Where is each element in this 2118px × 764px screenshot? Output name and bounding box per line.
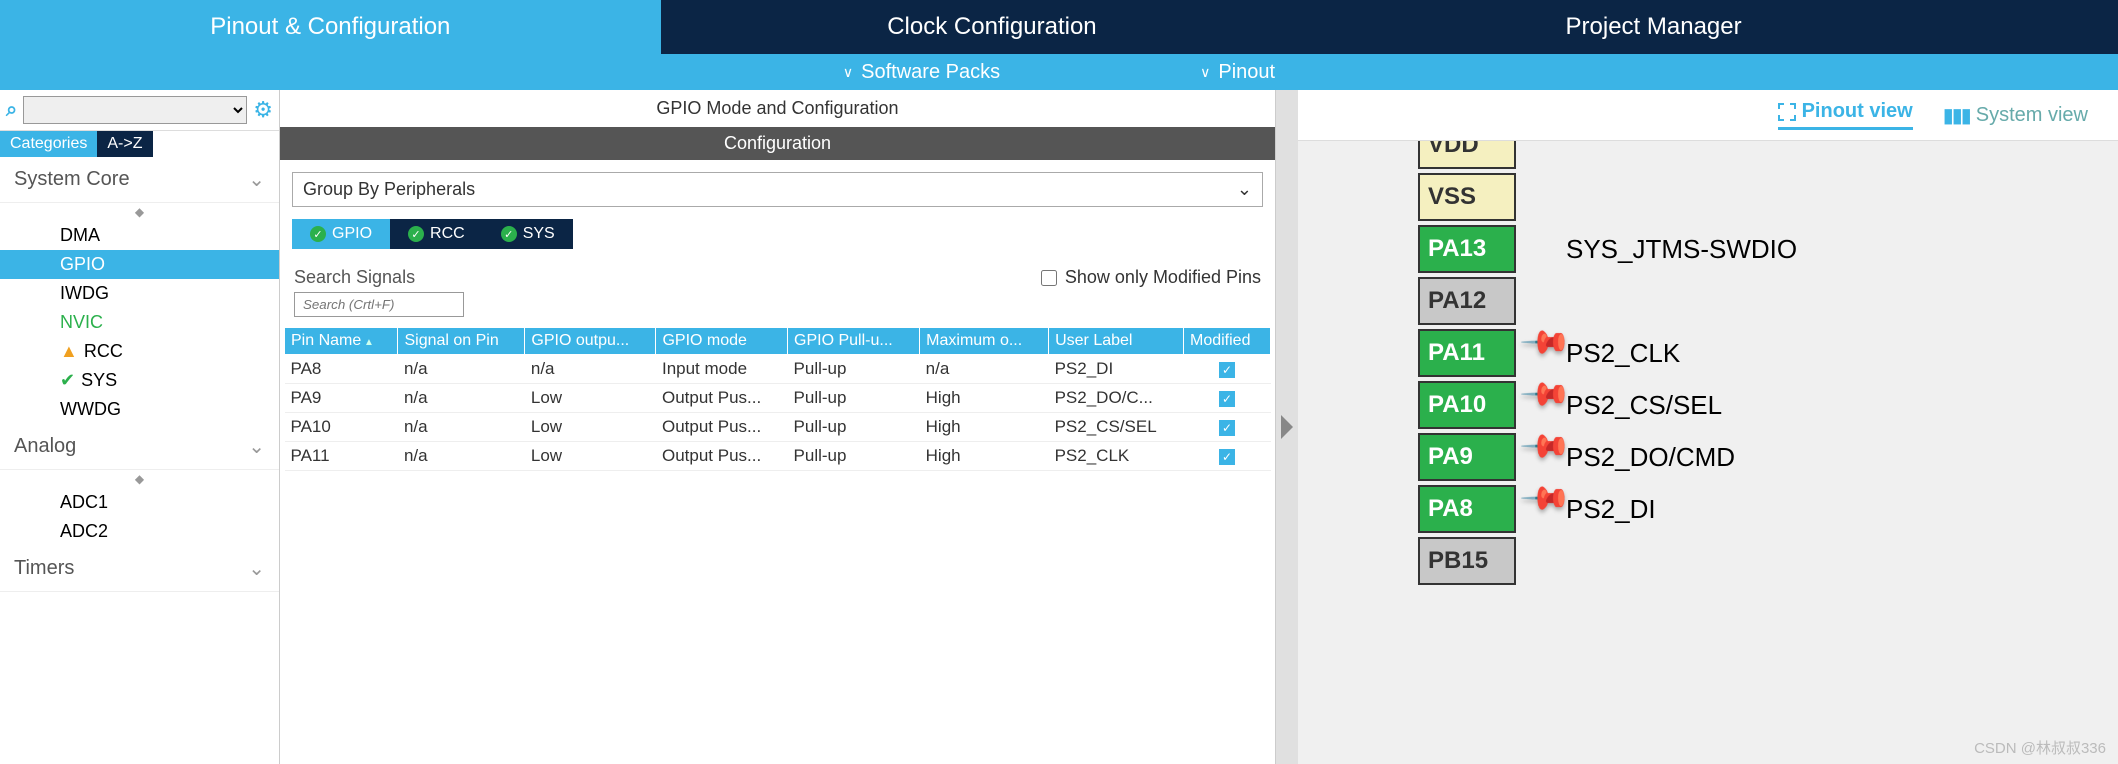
watermark: CSDN @林叔叔336	[1974, 737, 2106, 758]
col-modified[interactable]: Modified	[1184, 328, 1271, 355]
section-system-core[interactable]: System Core⌄	[0, 157, 279, 203]
gear-icon[interactable]: ⚙	[253, 97, 273, 123]
pin-row-pa12[interactable]: PA12	[1418, 277, 2078, 325]
pin-pb15[interactable]: PB15	[1418, 537, 1516, 585]
checkbox-checked-icon: ✓	[1219, 420, 1235, 436]
periph-tab-rcc[interactable]: ✓RCC	[390, 219, 483, 249]
checkbox-checked-icon: ✓	[1219, 362, 1235, 378]
col-pull[interactable]: GPIO Pull-u...	[788, 328, 920, 355]
sort-icon[interactable]: ◆	[0, 470, 279, 488]
table-row[interactable]: PA8n/an/aInput modePull-upn/aPS2_DI✓	[285, 355, 1271, 384]
tree-item-dma[interactable]: DMA	[0, 221, 279, 250]
check-icon: ✓	[310, 226, 326, 242]
sort-icon[interactable]: ◆	[0, 203, 279, 221]
gpio-mode-title: GPIO Mode and Configuration	[280, 90, 1275, 127]
col-signal[interactable]: Signal on Pin	[398, 328, 525, 355]
pin-row-pa11[interactable]: PA11📌PS2_CLK	[1418, 329, 2078, 377]
pinout-menu[interactable]: ∨Pinout	[1200, 61, 1275, 84]
pin-pa9[interactable]: PA9	[1418, 433, 1516, 481]
chevron-down-icon: ∨	[843, 64, 853, 81]
pin-label: SYS_JTMS-SWDIO	[1566, 234, 1797, 265]
section-analog[interactable]: Analog⌄	[0, 424, 279, 470]
tree-item-nvic[interactable]: NVIC	[0, 308, 279, 337]
pin-row-pa9[interactable]: PA9📌PS2_DO/CMD	[1418, 433, 2078, 481]
pin-pa13[interactable]: PA13	[1418, 225, 1516, 273]
pin-label: PS2_DI	[1566, 494, 1656, 525]
chevron-down-icon: ⌄	[248, 556, 265, 581]
pin-row-vdd[interactable]: VDD	[1418, 141, 2078, 169]
col-max[interactable]: Maximum o...	[920, 328, 1049, 355]
pin-pa8[interactable]: PA8	[1418, 485, 1516, 533]
chevron-down-icon: ⌄	[248, 434, 265, 459]
tree-item-gpio[interactable]: GPIO	[0, 250, 279, 279]
section-timers[interactable]: Timers⌄	[0, 546, 279, 592]
pinout-view-tab[interactable]: Pinout view	[1778, 100, 1913, 130]
configuration-bar: Configuration	[280, 127, 1275, 160]
pin-row-vss[interactable]: VSS	[1418, 173, 2078, 221]
pin-row-pb15[interactable]: PB15	[1418, 537, 2078, 585]
periph-tab-sys[interactable]: ✓SYS	[483, 219, 573, 249]
search-icon[interactable]: ⌕	[6, 99, 17, 122]
chip-icon	[1778, 103, 1796, 121]
tree-item-rcc[interactable]: ▲RCC	[0, 337, 279, 366]
pin-label: PS2_CS/SEL	[1566, 390, 1722, 421]
list-icon: ▮▮▮	[1943, 103, 1970, 128]
tree-item-sys[interactable]: ✔SYS	[0, 366, 279, 395]
pin-vss[interactable]: VSS	[1418, 173, 1516, 221]
pin-pa12[interactable]: PA12	[1418, 277, 1516, 325]
col-label[interactable]: User Label	[1049, 328, 1184, 355]
top-tabs: Pinout & Configuration Clock Configurati…	[0, 0, 2118, 54]
check-icon: ✔	[60, 370, 75, 391]
pin-label: PS2_DO/CMD	[1566, 442, 1735, 473]
chevron-down-icon: ⌄	[1237, 179, 1252, 200]
table-row[interactable]: PA9n/aLowOutput Pus...Pull-upHighPS2_DO/…	[285, 384, 1271, 413]
checkbox-checked-icon: ✓	[1219, 391, 1235, 407]
check-icon: ✓	[501, 226, 517, 242]
check-icon: ✓	[408, 226, 424, 242]
middle-panel: GPIO Mode and Configuration Configuratio…	[280, 90, 1276, 764]
chip-view[interactable]: VDD VSSPA13 SYS_JTMS-SWDIO PA12PA11📌PS2_CLK…	[1298, 141, 2118, 764]
tab-extra[interactable]	[1985, 0, 2118, 54]
left-panel: ⌕ ⚙ Categories A->Z System Core⌄ ◆ DMAGP…	[0, 90, 280, 764]
tree-item-adc2[interactable]: ADC2	[0, 517, 279, 546]
search-select[interactable]	[23, 96, 247, 124]
tree-item-iwdg[interactable]: IWDG	[0, 279, 279, 308]
col-pin-name[interactable]: Pin Name	[285, 328, 398, 355]
periph-tab-gpio[interactable]: ✓GPIO	[292, 219, 390, 249]
show-modified-checkbox[interactable]: Show only Modified Pins	[1041, 267, 1261, 288]
az-tab[interactable]: A->Z	[97, 131, 152, 157]
splitter-handle[interactable]	[1276, 90, 1298, 764]
pin-pa10[interactable]: PA10	[1418, 381, 1516, 429]
group-by-select[interactable]: Group By Peripherals⌄	[292, 172, 1263, 207]
pin-label: PS2_CLK	[1566, 338, 1680, 369]
right-panel: Pinout view ▮▮▮System view VDD VSSPA13 SYS…	[1298, 90, 2118, 764]
sub-toolbar: ∨Software Packs ∨Pinout	[0, 54, 2118, 90]
col-mode[interactable]: GPIO mode	[656, 328, 788, 355]
chevron-down-icon: ∨	[1200, 64, 1210, 81]
search-signals-label: Search Signals	[294, 267, 415, 288]
pin-row-pa8[interactable]: PA8📌PS2_DI	[1418, 485, 2078, 533]
chevron-down-icon: ⌄	[248, 167, 265, 192]
software-packs-menu[interactable]: ∨Software Packs	[843, 61, 1000, 84]
tab-project-manager[interactable]: Project Manager	[1323, 0, 1985, 54]
pin-row-pa13[interactable]: PA13 SYS_JTMS-SWDIO	[1418, 225, 2078, 273]
table-row[interactable]: PA10n/aLowOutput Pus...Pull-upHighPS2_CS…	[285, 413, 1271, 442]
tab-clock-config[interactable]: Clock Configuration	[662, 0, 1324, 54]
col-output[interactable]: GPIO outpu...	[525, 328, 656, 355]
search-signals-input[interactable]	[294, 292, 464, 317]
table-row[interactable]: PA11n/aLowOutput Pus...Pull-upHighPS2_CL…	[285, 442, 1271, 471]
tree-item-wwdg[interactable]: WWDG	[0, 395, 279, 424]
tree-item-adc1[interactable]: ADC1	[0, 488, 279, 517]
pin-vdd[interactable]: VDD	[1418, 141, 1516, 169]
categories-tab[interactable]: Categories	[0, 131, 97, 157]
tab-pinout-config[interactable]: Pinout & Configuration	[0, 0, 662, 54]
checkbox-checked-icon: ✓	[1219, 449, 1235, 465]
pin-pa11[interactable]: PA11	[1418, 329, 1516, 377]
warning-icon: ▲	[60, 341, 78, 362]
system-view-tab[interactable]: ▮▮▮System view	[1943, 100, 2088, 130]
gpio-table: Pin Name Signal on Pin GPIO outpu... GPI…	[284, 327, 1271, 471]
arrow-right-icon	[1281, 415, 1293, 439]
pin-row-pa10[interactable]: PA10📌PS2_CS/SEL	[1418, 381, 2078, 429]
